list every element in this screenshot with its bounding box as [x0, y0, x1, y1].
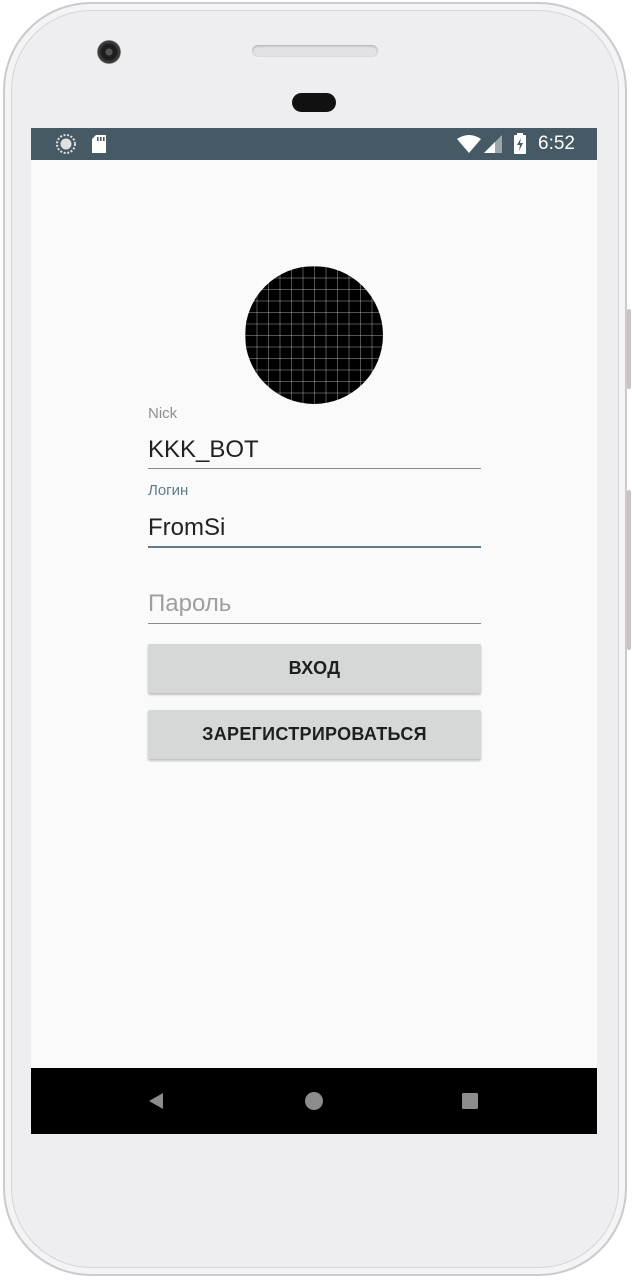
sd-card-icon	[91, 128, 107, 160]
volume-button	[627, 490, 631, 650]
navigation-bar	[31, 1068, 597, 1134]
battery-icon	[513, 128, 527, 160]
power-button	[627, 309, 631, 389]
proximity-sensor	[292, 93, 336, 112]
password-field[interactable]: Пароль	[148, 558, 481, 626]
login-button[interactable]: ВХОД	[148, 644, 481, 693]
back-icon[interactable]	[126, 1068, 186, 1134]
earpiece-speaker	[252, 45, 378, 57]
nick-label: Nick	[148, 405, 178, 422]
nick-field[interactable]: Nick KKK_BOT	[148, 404, 481, 470]
nick-value[interactable]: KKK_BOT	[148, 436, 259, 464]
password-underline	[148, 623, 481, 624]
front-camera	[97, 40, 121, 64]
login-underline	[148, 546, 481, 548]
nick-underline	[148, 468, 481, 469]
password-placeholder[interactable]: Пароль	[148, 590, 231, 618]
register-button[interactable]: ЗАРЕГИСТРИРОВАТЬСЯ	[148, 710, 481, 759]
sync-icon	[55, 128, 77, 160]
wifi-icon	[456, 128, 482, 160]
screen: 6:52 Nick KKK_BOT Логин FromSi Пароль ВХ…	[31, 128, 597, 1134]
signal-icon	[483, 128, 503, 160]
login-field[interactable]: Логин FromSi	[148, 482, 481, 548]
login-label: Логин	[148, 482, 189, 499]
login-value[interactable]: FromSi	[148, 514, 225, 542]
status-time: 6:52	[538, 133, 575, 154]
status-bar: 6:52	[31, 128, 597, 160]
recents-icon[interactable]	[440, 1068, 500, 1134]
grid-avatar-icon[interactable]	[245, 266, 383, 404]
home-icon[interactable]	[284, 1068, 344, 1134]
